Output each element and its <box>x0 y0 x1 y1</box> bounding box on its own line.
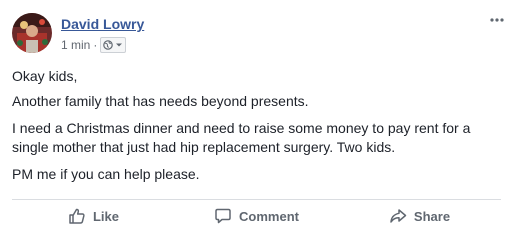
action-bar: Like Comment Share <box>12 200 501 232</box>
chevron-down-icon <box>116 43 123 47</box>
share-label: Share <box>413 208 451 224</box>
share-icon <box>390 209 407 223</box>
post-paragraph: Okay kids, <box>12 68 78 84</box>
post-paragraph: Another family that has needs beyond pre… <box>12 93 309 109</box>
like-button[interactable]: Like <box>12 200 175 232</box>
thumbs-up-icon <box>69 208 85 224</box>
comment-label: Comment <box>239 208 299 224</box>
post-paragraph: PM me if you can help please. <box>12 166 200 182</box>
meta-separator: · <box>93 38 98 52</box>
post-paragraph: I need a Christmas dinner and need to ra… <box>12 120 471 155</box>
post-text: Okay kids, Another family that has needs… <box>12 67 504 192</box>
author-name-link[interactable]: David Lowry <box>61 16 144 32</box>
comment-icon <box>215 208 231 224</box>
more-options-icon[interactable] <box>490 13 504 23</box>
timestamp-link[interactable]: 1 min <box>61 38 90 52</box>
globe-icon <box>103 40 114 50</box>
privacy-selector[interactable] <box>100 37 127 53</box>
post-meta: 1 min · <box>61 37 127 53</box>
like-label: Like <box>92 208 119 224</box>
avatar[interactable] <box>12 13 52 53</box>
comment-button[interactable]: Comment <box>175 200 338 232</box>
post-card: David Lowry 1 min · Okay kids, Another f… <box>0 0 513 242</box>
share-button[interactable]: Share <box>338 200 501 232</box>
